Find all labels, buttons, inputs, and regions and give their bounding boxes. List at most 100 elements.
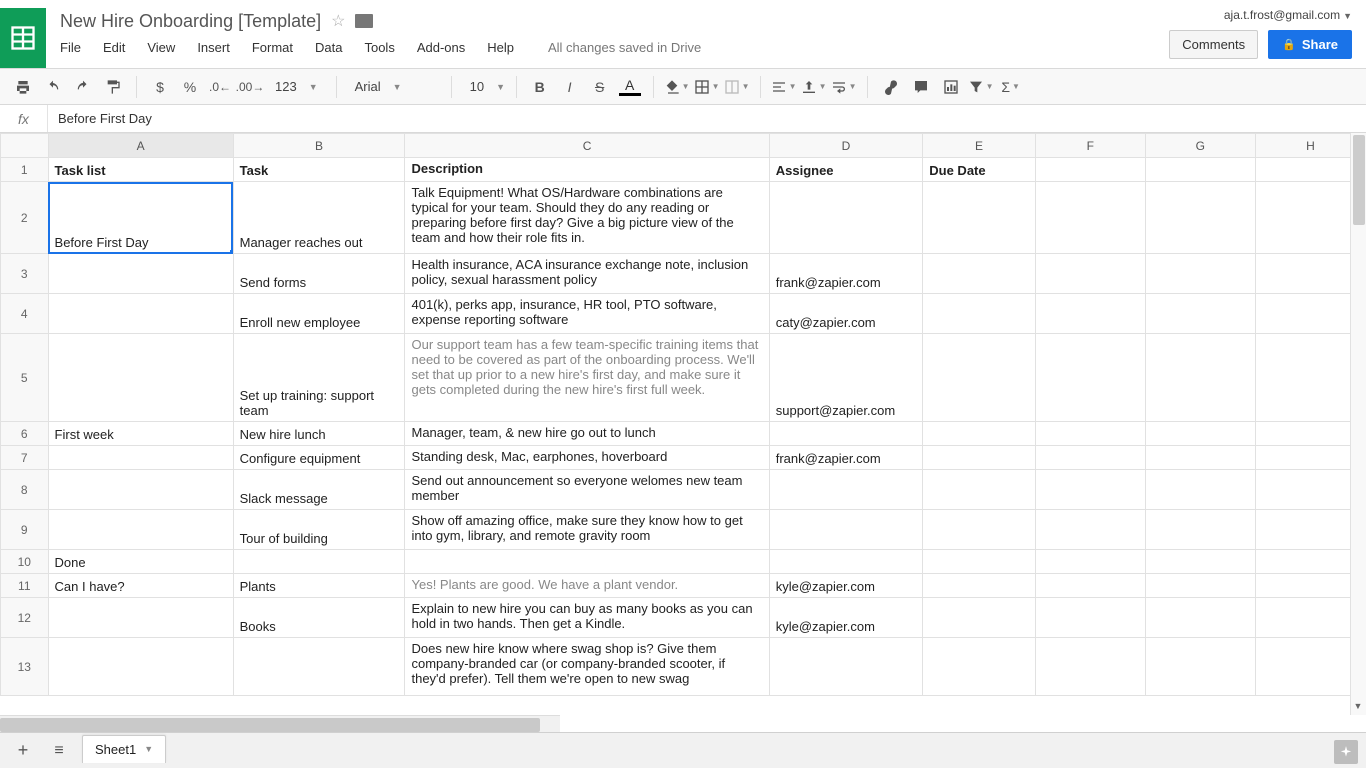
document-title[interactable]: New Hire Onboarding [Template]: [60, 11, 321, 32]
col-header-F[interactable]: F: [1035, 134, 1145, 158]
cell-G13[interactable]: [1145, 638, 1255, 696]
cell-B1[interactable]: Task: [233, 158, 405, 182]
cell-F2[interactable]: [1035, 182, 1145, 254]
cell-B11[interactable]: Plants: [233, 574, 405, 598]
functions-icon[interactable]: Σ▼: [998, 74, 1024, 100]
cell-H4[interactable]: [1255, 294, 1365, 334]
vertical-align-icon[interactable]: ▼: [801, 74, 827, 100]
cell-D4[interactable]: caty@zapier.com: [769, 294, 923, 334]
col-header-E[interactable]: E: [923, 134, 1035, 158]
col-header-H[interactable]: H: [1255, 134, 1365, 158]
cell-B7[interactable]: Configure equipment: [233, 446, 405, 470]
horizontal-scrollbar[interactable]: [0, 715, 560, 733]
share-button[interactable]: 🔒Share: [1268, 30, 1352, 59]
font-family-select[interactable]: Arial▼: [347, 79, 441, 94]
cell-C12[interactable]: Explain to new hire you can buy as many …: [405, 598, 769, 638]
text-wrap-icon[interactable]: ▼: [831, 74, 857, 100]
cell-G1[interactable]: [1145, 158, 1255, 182]
cell-H5[interactable]: [1255, 334, 1365, 422]
cell-A8[interactable]: [48, 470, 233, 510]
spreadsheet-grid[interactable]: ABCDEFGH1Task listTaskDescriptionAssigne…: [0, 133, 1366, 696]
undo-icon[interactable]: [40, 74, 66, 100]
row-header-11[interactable]: 11: [1, 574, 49, 598]
number-format-select[interactable]: 123▼: [267, 79, 326, 94]
decrease-decimal-icon[interactable]: .0←: [207, 74, 233, 100]
paint-format-icon[interactable]: [100, 74, 126, 100]
cell-E10[interactable]: [923, 550, 1035, 574]
cell-F6[interactable]: [1035, 422, 1145, 446]
merge-cells-icon[interactable]: ▼: [724, 74, 750, 100]
cell-G6[interactable]: [1145, 422, 1255, 446]
row-header-5[interactable]: 5: [1, 334, 49, 422]
cell-E8[interactable]: [923, 470, 1035, 510]
cell-G5[interactable]: [1145, 334, 1255, 422]
folder-icon[interactable]: [355, 14, 373, 28]
strikethrough-icon[interactable]: S: [587, 74, 613, 100]
cell-F11[interactable]: [1035, 574, 1145, 598]
cell-F3[interactable]: [1035, 254, 1145, 294]
cell-A3[interactable]: [48, 254, 233, 294]
row-header-6[interactable]: 6: [1, 422, 49, 446]
cell-D6[interactable]: [769, 422, 923, 446]
horizontal-align-icon[interactable]: ▼: [771, 74, 797, 100]
col-header-B[interactable]: B: [233, 134, 405, 158]
cell-D11[interactable]: kyle@zapier.com: [769, 574, 923, 598]
cell-A11[interactable]: Can I have?: [48, 574, 233, 598]
vertical-scrollbar[interactable]: ▼: [1350, 133, 1366, 715]
cell-B12[interactable]: Books: [233, 598, 405, 638]
insert-chart-icon[interactable]: [938, 74, 964, 100]
col-header-D[interactable]: D: [769, 134, 923, 158]
cell-D2[interactable]: [769, 182, 923, 254]
row-header-3[interactable]: 3: [1, 254, 49, 294]
cell-E2[interactable]: [923, 182, 1035, 254]
print-icon[interactable]: [10, 74, 36, 100]
cell-F9[interactable]: [1035, 510, 1145, 550]
row-header-9[interactable]: 9: [1, 510, 49, 550]
explore-button[interactable]: [1334, 740, 1358, 764]
redo-icon[interactable]: [70, 74, 96, 100]
menu-insert[interactable]: Insert: [197, 40, 230, 55]
cell-A5[interactable]: [48, 334, 233, 422]
cell-G7[interactable]: [1145, 446, 1255, 470]
cell-D10[interactable]: [769, 550, 923, 574]
cell-C7[interactable]: Standing desk, Mac, earphones, hoverboar…: [405, 446, 769, 470]
add-sheet-button[interactable]: +: [10, 738, 36, 764]
cell-H2[interactable]: [1255, 182, 1365, 254]
cell-E4[interactable]: [923, 294, 1035, 334]
cell-E7[interactable]: [923, 446, 1035, 470]
cell-D7[interactable]: frank@zapier.com: [769, 446, 923, 470]
select-all-corner[interactable]: [1, 134, 49, 158]
cell-F4[interactable]: [1035, 294, 1145, 334]
cell-A1[interactable]: Task list: [48, 158, 233, 182]
cell-C3[interactable]: Health insurance, ACA insurance exchange…: [405, 254, 769, 294]
cell-A9[interactable]: [48, 510, 233, 550]
increase-decimal-icon[interactable]: .00→: [237, 74, 263, 100]
row-header-10[interactable]: 10: [1, 550, 49, 574]
font-size-select[interactable]: 10▼: [462, 79, 506, 94]
row-header-13[interactable]: 13: [1, 638, 49, 696]
cell-E12[interactable]: [923, 598, 1035, 638]
cell-E11[interactable]: [923, 574, 1035, 598]
cell-C6[interactable]: Manager, team, & new hire go out to lunc…: [405, 422, 769, 446]
cell-C1[interactable]: Description: [405, 158, 769, 182]
all-sheets-button[interactable]: ≡: [46, 738, 72, 764]
cell-H11[interactable]: [1255, 574, 1365, 598]
cell-D9[interactable]: [769, 510, 923, 550]
cell-F7[interactable]: [1035, 446, 1145, 470]
cell-C11[interactable]: Yes! Plants are good. We have a plant ve…: [405, 574, 769, 598]
cell-B10[interactable]: [233, 550, 405, 574]
cell-F1[interactable]: [1035, 158, 1145, 182]
cell-A4[interactable]: [48, 294, 233, 334]
cell-B8[interactable]: Slack message: [233, 470, 405, 510]
cell-H8[interactable]: [1255, 470, 1365, 510]
cell-A2[interactable]: Before First Day: [48, 182, 233, 254]
cell-F8[interactable]: [1035, 470, 1145, 510]
cell-D12[interactable]: kyle@zapier.com: [769, 598, 923, 638]
cell-G3[interactable]: [1145, 254, 1255, 294]
text-color-icon[interactable]: A: [617, 74, 643, 100]
percent-icon[interactable]: %: [177, 74, 203, 100]
row-header-1[interactable]: 1: [1, 158, 49, 182]
cell-G12[interactable]: [1145, 598, 1255, 638]
cell-A10[interactable]: Done: [48, 550, 233, 574]
cell-C8[interactable]: Send out announcement so everyone welome…: [405, 470, 769, 510]
